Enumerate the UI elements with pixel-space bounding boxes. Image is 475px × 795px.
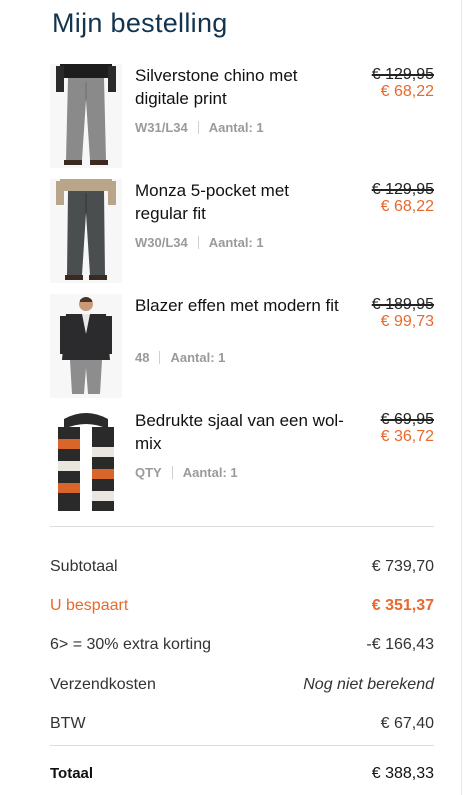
- product-image-chino[interactable]: [50, 64, 122, 168]
- total-row: Totaal € 388,33: [50, 765, 434, 789]
- savings-row: U bespaart € 351,37: [50, 597, 434, 621]
- price-block: € 129,95 € 68,22: [372, 66, 434, 100]
- savings-label: U bespaart: [50, 597, 129, 614]
- product-name[interactable]: Monza 5-pocket met regular fit: [135, 179, 345, 225]
- order-item: Bedrukte sjaal van een wol-mix QTY Aantal…: [50, 409, 440, 517]
- product-image-scarf[interactable]: [50, 409, 122, 513]
- vat-row: BTW € 67,40: [50, 715, 434, 739]
- order-item: Blazer effen met modern fit 48 Aantal: 1 …: [50, 294, 440, 402]
- order-item: Silverstone chino met digitale print W31…: [50, 64, 440, 172]
- product-name[interactable]: Bedrukte sjaal van een wol-mix: [135, 409, 345, 455]
- items-divider: [50, 526, 434, 527]
- product-quantity: Aantal: 1: [170, 350, 226, 365]
- original-price: € 189,95: [371, 296, 434, 313]
- discount-label: 6> = 30% extra korting: [50, 636, 211, 653]
- product-meta: 48 Aantal: 1: [135, 350, 225, 365]
- original-price: € 129,95: [371, 66, 434, 83]
- dark-grey-5-pocket-pants-icon: [50, 179, 122, 283]
- printed-wool-scarf-icon: [50, 409, 122, 513]
- order-summary-panel: Mijn bestelling Silverstone chino met di…: [30, 0, 462, 795]
- product-quantity: Aantal: 1: [208, 235, 264, 250]
- shipping-label: Verzendkosten: [50, 676, 156, 693]
- product-size: 48: [135, 350, 150, 365]
- subtotal-value: € 739,70: [371, 558, 434, 575]
- price-block: € 189,95 € 99,73: [372, 296, 434, 330]
- product-meta: W30/L34 Aantal: 1: [135, 235, 264, 250]
- dark-blazer-icon: [50, 294, 122, 398]
- total-divider: [50, 745, 434, 746]
- original-price: € 69,95: [380, 411, 434, 428]
- sale-price: € 68,22: [380, 198, 434, 215]
- order-item: Monza 5-pocket met regular fit W30/L34 Aa…: [50, 179, 440, 287]
- product-meta: W31/L34 Aantal: 1: [135, 120, 264, 135]
- product-name[interactable]: Blazer effen met modern fit: [135, 294, 345, 317]
- product-image-blazer[interactable]: [50, 294, 122, 398]
- meta-divider: [197, 236, 199, 249]
- savings-value: € 351,37: [371, 597, 434, 614]
- sale-price: € 68,22: [380, 83, 434, 100]
- vat-value: € 67,40: [380, 715, 434, 732]
- meta-divider: [171, 466, 173, 479]
- discount-value: -€ 166,43: [366, 636, 434, 653]
- shipping-value: Nog niet berekend: [303, 676, 434, 693]
- product-quantity: Aantal: 1: [208, 120, 264, 135]
- total-value: € 388,33: [371, 765, 434, 782]
- shipping-row: Verzendkosten Nog niet berekend: [50, 676, 434, 700]
- product-size: W30/L34: [135, 235, 188, 250]
- product-size: QTY: [135, 465, 162, 480]
- meta-divider: [197, 121, 199, 134]
- subtotal-row: Subtotaal € 739,70: [50, 558, 434, 582]
- discount-row: 6> = 30% extra korting -€ 166,43: [50, 636, 434, 660]
- total-label: Totaal: [50, 765, 94, 782]
- product-meta: QTY Aantal: 1: [135, 465, 238, 480]
- grey-chino-pants-icon: [50, 64, 122, 168]
- price-block: € 69,95 € 36,72: [381, 411, 434, 445]
- product-name[interactable]: Silverstone chino met digitale print: [135, 64, 345, 110]
- subtotal-label: Subtotaal: [50, 558, 118, 575]
- product-quantity: Aantal: 1: [182, 465, 238, 480]
- meta-divider: [159, 351, 161, 364]
- product-size: W31/L34: [135, 120, 188, 135]
- price-block: € 129,95 € 68,22: [372, 181, 434, 215]
- page-title: Mijn bestelling: [52, 8, 228, 38]
- sale-price: € 36,72: [380, 428, 434, 445]
- original-price: € 129,95: [371, 181, 434, 198]
- vat-label: BTW: [50, 715, 86, 732]
- product-image-monza[interactable]: [50, 179, 122, 283]
- sale-price: € 99,73: [380, 313, 434, 330]
